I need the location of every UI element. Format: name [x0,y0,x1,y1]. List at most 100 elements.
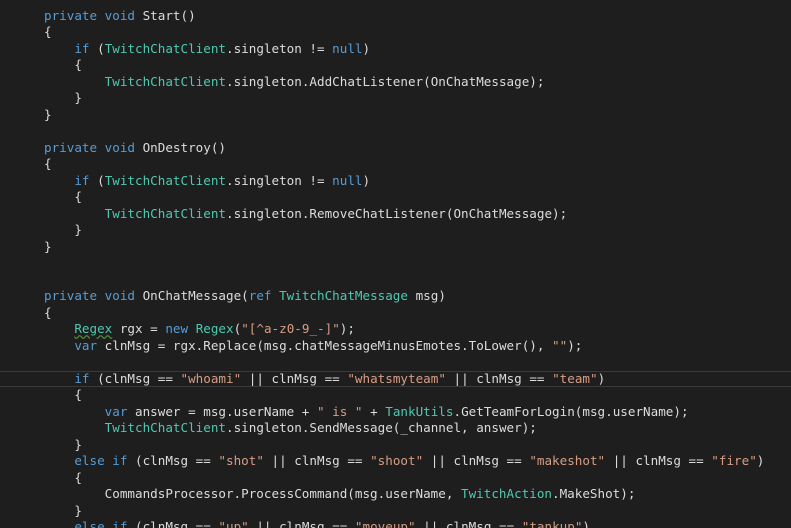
code-line-text: private void OnChatMessage(ref TwitchCha… [44,288,446,305]
code-line[interactable]: private void OnChatMessage(ref TwitchCha… [0,288,791,305]
code-line[interactable]: } [0,222,791,239]
code-line-text: var clnMsg = rgx.Replace(msg.chatMessage… [44,338,582,355]
code-editor[interactable]: private void Start(){ if (TwitchChatClie… [0,0,791,528]
code-line[interactable]: var answer = msg.userName + " is " + Tan… [0,404,791,421]
code-token: if [74,370,90,386]
code-token: { [44,57,82,72]
code-token: ) [597,370,606,386]
code-token: " is " [316,403,363,419]
code-line[interactable]: { [0,470,791,487]
code-line-text: TwitchChatClient.singleton.SendMessage(_… [44,420,537,437]
code-token: TwitchChatMessage [279,288,408,303]
code-line[interactable]: if (TwitchChatClient.singleton != null) [0,173,791,190]
code-token: "shoot" [370,453,424,468]
code-token: { [44,387,82,402]
code-token: if [74,40,90,56]
code-line[interactable]: { [0,57,791,74]
code-line[interactable]: } [0,239,791,256]
code-line[interactable] [0,123,791,140]
code-line[interactable]: } [0,437,791,454]
code-token: TwitchChatClient [104,420,226,435]
code-token: || clnMsg == [445,370,553,386]
code-line-text: if (clnMsg == "whoami" || clnMsg == "wha… [44,371,605,388]
code-line[interactable]: CommandsProcessor.ProcessCommand(msg.use… [0,486,791,503]
code-token: "tankup" [521,519,583,528]
code-token: || clnMsg == [263,453,371,468]
code-line[interactable]: { [0,24,791,41]
code-token: TwitchAction [461,486,553,501]
code-token: OnChatMessage( [142,288,249,303]
code-token: { [44,304,52,320]
code-token: "whatsmyteam" [347,370,446,386]
code-token: null [332,172,363,188]
code-token: { [44,24,52,39]
code-token: var [104,403,128,419]
code-token: .singleton != [226,40,333,56]
code-line[interactable]: } [0,90,791,107]
code-line[interactable]: private void Start() [0,8,791,25]
code-token: "[^a-z0-9_-]" [241,321,340,336]
code-line[interactable]: TwitchChatClient.singleton.SendMessage(_… [0,420,791,437]
code-token: (clnMsg == [89,370,181,386]
code-line[interactable]: if (clnMsg == "whoami" || clnMsg == "wha… [0,371,791,388]
code-token: ) [756,453,765,468]
code-token: ) [582,519,591,528]
code-line-text: TwitchChatClient.singleton.AddChatListen… [44,73,545,91]
code-line-text: if (TwitchChatClient.singleton != null) [44,173,370,190]
code-token: + [362,403,386,419]
code-token: .singleton != [226,172,333,188]
code-line[interactable]: } [0,107,791,124]
code-token: null [332,40,363,56]
code-line-text: } [44,90,82,107]
code-line[interactable]: private void OnDestroy() [0,140,791,157]
code-token: .GetTeamForLogin(msg.userName); [453,403,689,419]
code-line[interactable]: else if (clnMsg == "up" || clnMsg == "mo… [0,519,791,528]
code-token: { [44,189,82,204]
code-token: .singleton.RemoveChatListener(OnChatMess… [226,205,568,221]
code-line[interactable] [0,272,791,289]
code-token: ref [248,288,280,303]
code-line[interactable]: { [0,189,791,206]
code-token: TwitchChatClient [104,73,226,89]
code-line[interactable]: } [0,503,791,520]
code-token: TwitchChatClient [104,205,226,221]
code-line[interactable]: { [0,305,791,322]
code-line[interactable] [0,255,791,272]
code-token: answer = msg.userName + [127,403,317,419]
code-line-text: } [44,222,82,239]
code-token: Regex [195,321,234,336]
code-line-text: else if (clnMsg == "up" || clnMsg == "mo… [44,519,590,528]
code-token: } [44,238,52,254]
code-token: "up" [218,519,249,528]
code-line[interactable]: TwitchChatClient.singleton.AddChatListen… [0,74,791,91]
code-token: ); [567,337,583,353]
code-token: { [44,469,82,485]
code-line[interactable]: { [0,156,791,173]
code-line[interactable] [0,354,791,371]
code-token: TankUtils [385,403,454,419]
code-line[interactable]: var clnMsg = rgx.Replace(msg.chatMessage… [0,338,791,355]
code-token: "team" [552,370,598,386]
code-token: "fire" [711,453,757,468]
code-line-text: TwitchChatClient.singleton.RemoveChatLis… [44,205,568,223]
code-token: var [74,337,98,353]
code-line[interactable]: TwitchChatClient.singleton.RemoveChatLis… [0,206,791,223]
code-token: (clnMsg == [127,519,219,528]
code-token: ( [89,172,105,188]
code-line[interactable]: else if (clnMsg == "shot" || clnMsg == "… [0,453,791,470]
code-token: || clnMsg == [423,453,530,468]
code-token: "shot" [218,453,264,468]
code-line[interactable]: Regex rgx = new Regex("[^a-z0-9_-]"); [0,321,791,338]
code-line[interactable]: { [0,387,791,404]
code-line[interactable]: if (TwitchChatClient.singleton != null) [0,41,791,58]
code-token: || clnMsg == [605,453,712,468]
code-token: if [74,172,90,188]
